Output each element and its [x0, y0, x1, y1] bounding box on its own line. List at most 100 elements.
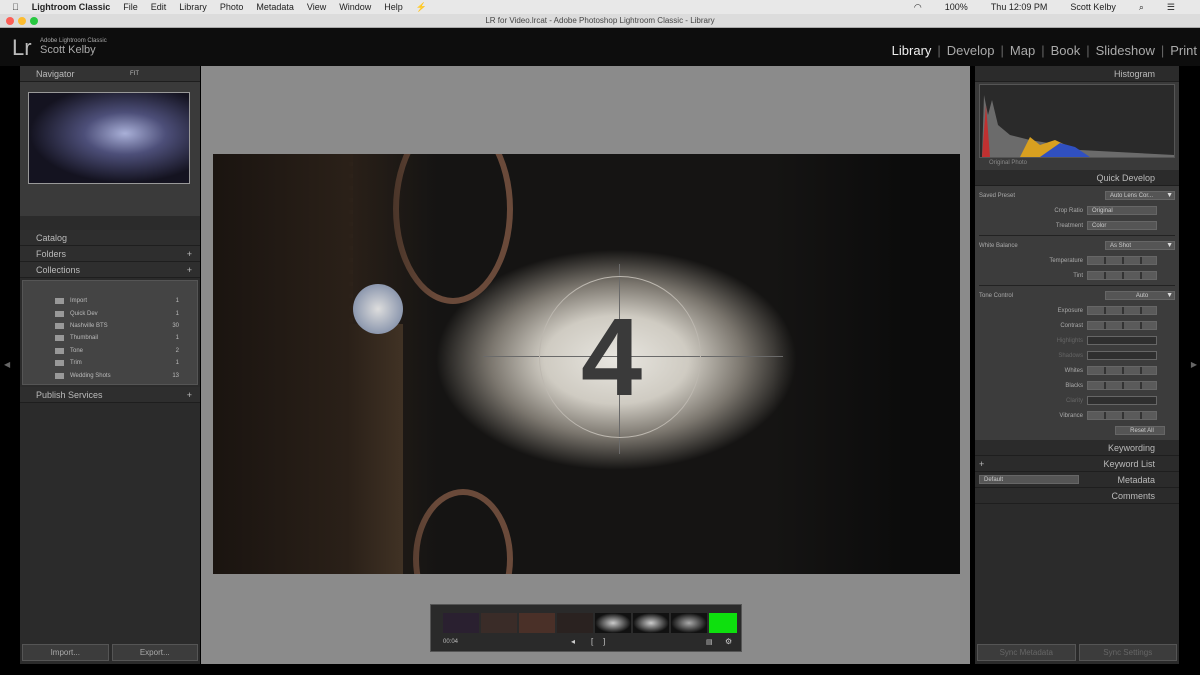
add-publish-icon[interactable]: +: [187, 387, 192, 403]
clock[interactable]: Thu 12:09 PM: [991, 2, 1048, 13]
close-button[interactable]: [6, 17, 14, 25]
comments-header[interactable]: Comments: [975, 488, 1179, 504]
collections-list: Import 1 Quick Dev 1 Nashville BTS 30 Thumb…: [22, 280, 198, 385]
collection-item[interactable]: Thumbnail 1: [23, 332, 197, 344]
temperature-stepper[interactable]: [1087, 256, 1157, 265]
sync-metadata-button[interactable]: Sync Metadata: [977, 644, 1076, 661]
module-book[interactable]: Book: [1051, 43, 1081, 58]
module-slideshow[interactable]: Slideshow: [1096, 43, 1155, 58]
auto-tone-button[interactable]: Auto: [1105, 291, 1175, 300]
collection-item[interactable]: Quick Dev 1: [23, 307, 197, 319]
folders-header[interactable]: Folders +: [20, 246, 200, 262]
right-panel-toggle-icon[interactable]: ▶: [1191, 360, 1197, 369]
menu-list-icon[interactable]: ☰: [1167, 2, 1175, 13]
treatment-select[interactable]: Color: [1087, 221, 1157, 230]
catalog-header[interactable]: Catalog: [20, 230, 200, 246]
add-collection-icon[interactable]: +: [187, 262, 192, 278]
collection-name: Thumbnail: [70, 335, 99, 342]
add-folder-icon[interactable]: +: [187, 246, 192, 262]
catalog-label: Catalog: [36, 233, 68, 243]
metadata-header[interactable]: Default Metadata: [975, 472, 1179, 488]
video-frame[interactable]: 4: [213, 154, 960, 574]
settings-gear-icon[interactable]: ⚙: [725, 637, 732, 646]
contrast-stepper[interactable]: [1087, 321, 1157, 330]
quick-develop-header[interactable]: Quick Develop: [975, 170, 1179, 186]
trim-end-icon[interactable]: ]: [603, 637, 605, 646]
whites-stepper[interactable]: [1087, 366, 1157, 375]
minimize-button[interactable]: [18, 17, 26, 25]
menu-window[interactable]: Window: [339, 2, 371, 12]
collection-item[interactable]: Nashville BTS 30: [23, 320, 197, 332]
poster-frame: [709, 613, 737, 633]
original-photo-checkbox[interactable]: Original Photo: [989, 160, 1027, 166]
shadows-stepper[interactable]: [1087, 351, 1157, 360]
histogram-panel: Original Photo: [975, 82, 1179, 170]
bolt-icon[interactable]: ⚡: [416, 2, 427, 13]
menu-help[interactable]: Help: [384, 2, 403, 12]
vibrance-label: Vibrance: [1059, 412, 1083, 419]
white-balance-select[interactable]: As Shot: [1105, 241, 1175, 250]
menu-library[interactable]: Library: [179, 2, 207, 12]
blacks-stepper[interactable]: [1087, 381, 1157, 390]
menu-photo[interactable]: Photo: [220, 2, 244, 12]
module-map[interactable]: Map: [1010, 43, 1035, 58]
menu-metadata[interactable]: Metadata: [256, 2, 294, 12]
menu-app[interactable]: Lightroom Classic: [32, 2, 111, 12]
tint-stepper[interactable]: [1087, 271, 1157, 280]
navigator-header[interactable]: Navigator: [36, 69, 75, 79]
reset-all-button[interactable]: Reset All: [1115, 426, 1165, 435]
collection-icon: [55, 298, 64, 305]
histogram-header[interactable]: Histogram: [975, 66, 1179, 82]
saved-preset-select[interactable]: Auto Lens Cor...: [1105, 191, 1175, 200]
metadata-preset-select[interactable]: Default: [979, 475, 1079, 484]
collection-item[interactable]: Tone 2: [23, 345, 197, 357]
export-button[interactable]: Export...: [111, 644, 198, 661]
module-develop[interactable]: Develop: [947, 43, 995, 58]
collection-item[interactable]: Wedding Shots 13: [23, 369, 197, 381]
expand-icon[interactable]: ▼: [1166, 292, 1173, 299]
video-frame-strip[interactable]: [443, 613, 737, 633]
folders-label: Folders: [36, 249, 67, 259]
zoom-button[interactable]: [30, 17, 38, 25]
module-library[interactable]: Library: [892, 43, 932, 58]
collection-item[interactable]: Trim 1: [23, 357, 197, 369]
add-keyword-icon[interactable]: +: [979, 456, 984, 472]
vibrance-stepper[interactable]: [1087, 411, 1157, 420]
collection-icon: [55, 322, 64, 329]
keyword-list-header[interactable]: + Keyword List: [975, 456, 1179, 472]
wifi-icon[interactable]: ◠: [914, 2, 922, 13]
crop-ratio-select[interactable]: Original: [1087, 206, 1157, 215]
clarity-stepper[interactable]: [1087, 396, 1157, 405]
highlights-stepper[interactable]: [1087, 336, 1157, 345]
keyword-list-label: Keyword List: [1103, 459, 1155, 469]
user-name[interactable]: Scott Kelby: [1070, 2, 1116, 13]
collections-header[interactable]: Collections +: [20, 262, 200, 278]
keywording-header[interactable]: Keywording: [975, 440, 1179, 456]
previous-frame-icon[interactable]: ◂: [571, 637, 575, 646]
trim-start-icon[interactable]: [: [591, 637, 593, 646]
expand-icon[interactable]: ▼: [1166, 192, 1173, 199]
menu-edit[interactable]: Edit: [151, 2, 167, 12]
tone-control-label: Tone Control: [979, 292, 1014, 299]
menu-view[interactable]: View: [307, 2, 326, 12]
battery-label[interactable]: 100%: [945, 2, 968, 13]
collection-count: 13: [172, 372, 179, 379]
apple-icon[interactable]: : [12, 2, 19, 12]
expand-icon[interactable]: ▼: [1166, 242, 1173, 249]
sync-settings-button[interactable]: Sync Settings: [1078, 644, 1177, 661]
left-panel-toggle-icon[interactable]: ◀: [4, 360, 10, 369]
collection-icon: [55, 372, 64, 379]
collection-item[interactable]: Import 1: [23, 295, 197, 307]
navigator-preview[interactable]: [28, 92, 190, 184]
fit-option[interactable]: FIT: [130, 66, 139, 82]
import-button[interactable]: Import...: [22, 644, 109, 661]
frame-options-icon[interactable]: ▤: [706, 638, 713, 646]
histogram-label: Histogram: [1113, 69, 1155, 79]
module-print[interactable]: Print: [1170, 43, 1197, 58]
search-icon[interactable]: ⌕: [1139, 2, 1144, 13]
mac-menubar:  Lightroom Classic File Edit Library Ph…: [0, 0, 1200, 14]
quick-develop-panel: Saved Preset Auto Lens Cor... ▼ Crop Ratio…: [975, 186, 1179, 440]
publish-services-header[interactable]: Publish Services +: [20, 386, 200, 403]
menu-file[interactable]: File: [123, 2, 138, 12]
exposure-stepper[interactable]: [1087, 306, 1157, 315]
